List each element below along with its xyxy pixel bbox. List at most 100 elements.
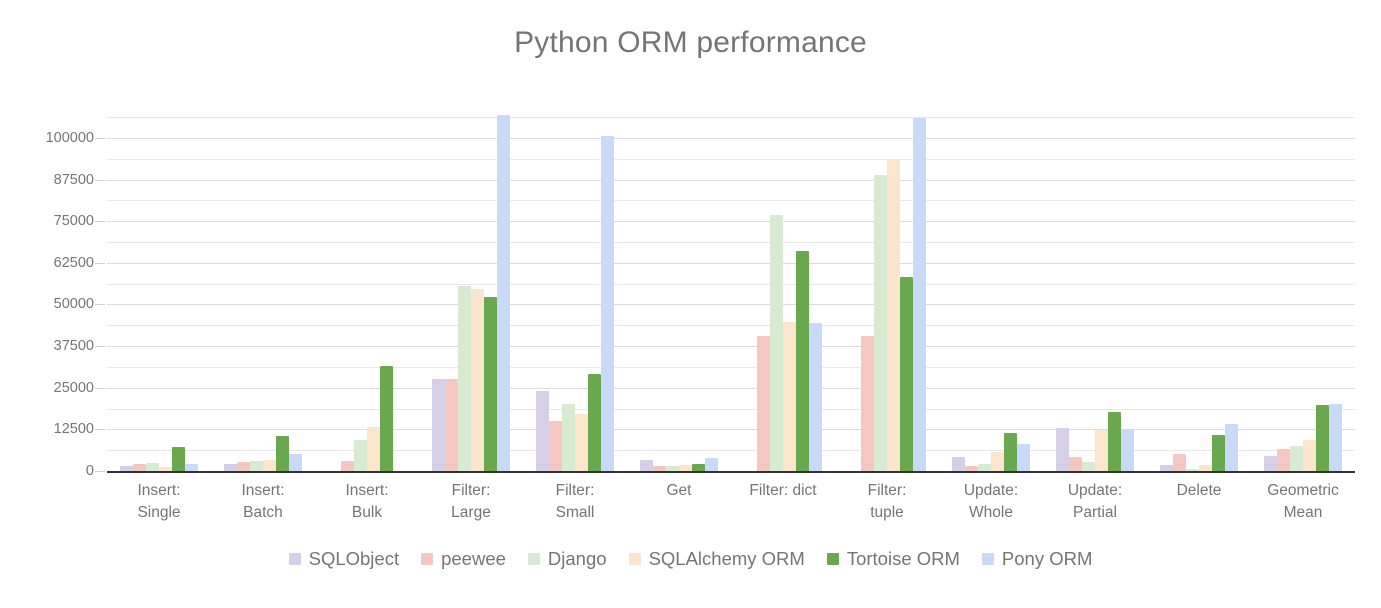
bar[interactable] bbox=[1277, 449, 1290, 471]
bar[interactable] bbox=[913, 117, 926, 471]
legend-swatch-icon bbox=[421, 553, 434, 565]
x-axis-tick-label: Filter: Large bbox=[419, 480, 523, 524]
bar[interactable] bbox=[952, 457, 965, 471]
bar[interactable] bbox=[458, 286, 471, 471]
y-axis-tick-label: 100000 bbox=[45, 129, 94, 146]
y-axis-tick-label: 87500 bbox=[53, 171, 94, 188]
bar[interactable] bbox=[1069, 457, 1082, 471]
legend-swatch-icon bbox=[826, 553, 839, 565]
bar[interactable] bbox=[380, 366, 393, 471]
bar[interactable] bbox=[263, 460, 276, 471]
bar[interactable] bbox=[640, 460, 653, 471]
legend-label: peewee bbox=[441, 548, 506, 569]
bar[interactable] bbox=[1173, 453, 1186, 471]
legend-item[interactable]: SQLAlchemy ORM bbox=[628, 548, 805, 570]
bar[interactable] bbox=[237, 461, 250, 471]
bar[interactable] bbox=[1017, 443, 1030, 471]
x-axis-tick-label: Insert: Bulk bbox=[315, 480, 419, 524]
bar[interactable] bbox=[783, 321, 796, 471]
x-axis-tick-label: Geometric Mean bbox=[1251, 480, 1355, 524]
bar[interactable] bbox=[887, 159, 900, 471]
bar[interactable] bbox=[1082, 462, 1095, 471]
bar[interactable] bbox=[367, 427, 380, 471]
bar[interactable] bbox=[341, 461, 354, 471]
bar[interactable] bbox=[289, 453, 302, 471]
bar[interactable] bbox=[770, 214, 783, 471]
legend-item[interactable]: peewee bbox=[421, 548, 506, 570]
bar[interactable] bbox=[1316, 405, 1329, 471]
bar[interactable] bbox=[471, 288, 484, 471]
x-axis-tick-label: Filter: dict bbox=[731, 480, 835, 502]
x-axis-tick-label: Update: Partial bbox=[1043, 480, 1147, 524]
bar-cluster bbox=[1147, 98, 1251, 471]
bar[interactable] bbox=[146, 463, 159, 471]
bar[interactable] bbox=[1225, 424, 1238, 471]
x-axis-tick-label: Filter: tuple bbox=[835, 480, 939, 524]
bar-cluster bbox=[523, 98, 627, 471]
x-axis-label-line: Filter: bbox=[867, 482, 907, 499]
bar[interactable] bbox=[497, 114, 510, 471]
bar[interactable] bbox=[991, 452, 1004, 471]
legend-item[interactable]: Tortoise ORM bbox=[826, 548, 960, 570]
chart-legend: SQLObject peewee Django SQLAlchemy ORM Torto… bbox=[0, 548, 1381, 570]
legend-swatch-icon bbox=[981, 553, 994, 565]
legend-item[interactable]: Django bbox=[527, 548, 607, 570]
bar[interactable] bbox=[1095, 430, 1108, 471]
bar[interactable] bbox=[796, 251, 809, 471]
bar[interactable] bbox=[809, 323, 822, 471]
legend-swatch-icon bbox=[527, 553, 540, 565]
bar-cluster bbox=[1043, 98, 1147, 471]
bar[interactable] bbox=[900, 277, 913, 471]
legend-swatch-icon bbox=[288, 553, 301, 565]
x-axis-label-line: Single bbox=[137, 504, 181, 521]
bar[interactable] bbox=[601, 136, 614, 471]
bar[interactable] bbox=[276, 436, 289, 471]
bar[interactable] bbox=[1303, 440, 1316, 471]
bar[interactable] bbox=[1290, 445, 1303, 471]
y-axis-tick-mark bbox=[95, 471, 105, 472]
bar[interactable] bbox=[185, 464, 198, 471]
bar[interactable] bbox=[354, 440, 367, 471]
bar[interactable] bbox=[536, 391, 549, 471]
bar[interactable] bbox=[432, 379, 445, 471]
chart-title: Python ORM performance bbox=[514, 26, 867, 59]
y-axis-tick-mark bbox=[95, 221, 105, 223]
bar[interactable] bbox=[172, 447, 185, 471]
bar[interactable] bbox=[861, 335, 874, 471]
bar[interactable] bbox=[445, 378, 458, 471]
bar[interactable] bbox=[549, 421, 562, 471]
bar-cluster bbox=[1251, 98, 1355, 471]
bar[interactable] bbox=[1121, 429, 1134, 471]
legend-label: SQLObject bbox=[308, 548, 400, 569]
bar[interactable] bbox=[692, 464, 705, 471]
bar[interactable] bbox=[133, 463, 146, 471]
bar[interactable] bbox=[1004, 432, 1017, 471]
legend-item[interactable]: Pony ORM bbox=[981, 548, 1092, 570]
y-axis-tick-mark bbox=[95, 346, 105, 348]
x-axis-label-line: Bulk bbox=[351, 504, 383, 521]
bar[interactable] bbox=[1056, 427, 1069, 471]
y-axis-tick-label: 75000 bbox=[53, 213, 94, 230]
x-axis-tick-label: Get bbox=[627, 480, 731, 502]
bar[interactable] bbox=[1108, 412, 1121, 471]
x-axis-label-line: Delete bbox=[1176, 482, 1222, 499]
bar[interactable] bbox=[1329, 403, 1342, 471]
legend-item[interactable]: SQLObject bbox=[288, 548, 400, 570]
legend-label: Tortoise ORM bbox=[846, 548, 960, 569]
x-axis-label-line: tuple bbox=[870, 504, 904, 521]
bar[interactable] bbox=[484, 296, 497, 471]
bar[interactable] bbox=[250, 461, 263, 471]
bar[interactable] bbox=[224, 463, 237, 471]
bar[interactable] bbox=[1212, 435, 1225, 471]
bar[interactable] bbox=[588, 373, 601, 471]
x-axis-tick-label: Insert: Single bbox=[107, 480, 211, 524]
bar[interactable] bbox=[1264, 456, 1277, 471]
bar[interactable] bbox=[978, 464, 991, 471]
bar[interactable] bbox=[575, 413, 588, 471]
bar[interactable] bbox=[705, 458, 718, 471]
bar[interactable] bbox=[562, 404, 575, 471]
bar[interactable] bbox=[757, 336, 770, 471]
chart-container: Python ORM performance 0 12500 25000 37500 5… bbox=[0, 0, 1381, 608]
legend-label: SQLAlchemy ORM bbox=[648, 548, 805, 569]
bar[interactable] bbox=[874, 174, 887, 471]
